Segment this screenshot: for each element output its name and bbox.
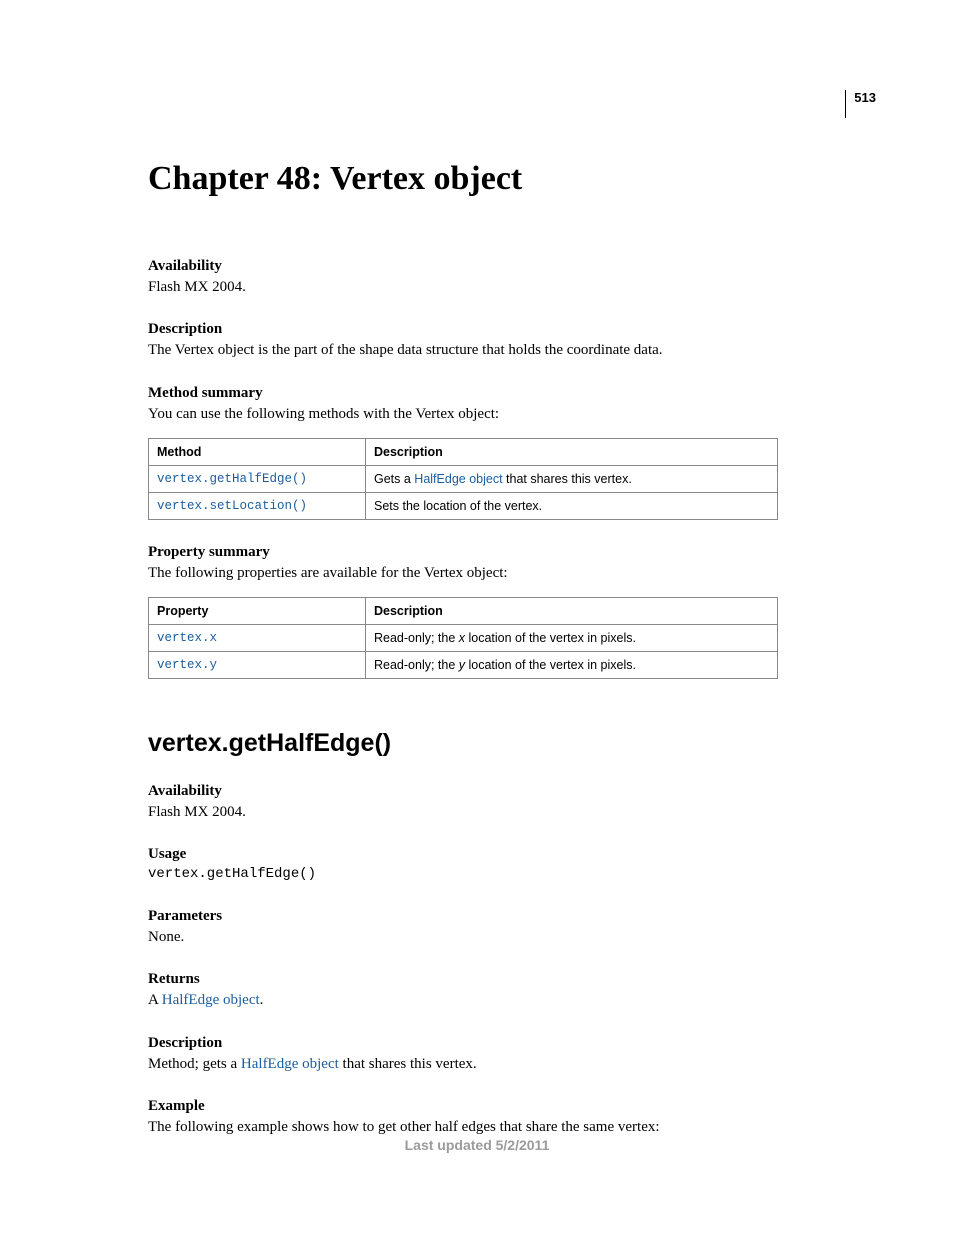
method-header: Method: [149, 438, 366, 465]
description-header: Description: [366, 438, 778, 465]
method-description: Gets a HalfEdge object that shares this …: [366, 465, 778, 492]
availability-heading: Availability: [148, 258, 864, 275]
returns-pre: A: [148, 992, 162, 1008]
desc-text: location of the vertex in pixels.: [465, 631, 636, 645]
desc-text: Read-only; the: [374, 658, 459, 672]
property-description: Read-only; the x location of the vertex …: [366, 625, 778, 652]
halfedge-link[interactable]: HalfEdge object: [162, 992, 260, 1008]
property-description: Read-only; the y location of the vertex …: [366, 652, 778, 679]
section-availability-heading: Availability: [148, 783, 864, 800]
method-summary-table: Method Description vertex.getHalfEdge() …: [148, 438, 778, 520]
page-number-container: 513: [845, 90, 876, 118]
page: 513 Chapter 48: Vertex object Availabili…: [0, 0, 954, 1205]
desc-text: location of the vertex in pixels.: [465, 658, 636, 672]
table-row: vertex.y Read-only; the y location of th…: [149, 652, 778, 679]
section-example-heading: Example: [148, 1098, 864, 1115]
section-title: vertex.getHalfEdge(): [148, 729, 864, 758]
section-availability-text: Flash MX 2004.: [148, 802, 864, 822]
availability-text: Flash MX 2004.: [148, 277, 864, 297]
section-usage-heading: Usage: [148, 846, 864, 863]
section-usage-code: vertex.getHalfEdge(): [148, 865, 864, 884]
desc-text: Read-only; the: [374, 631, 459, 645]
table-header-row: Property Description: [149, 598, 778, 625]
property-link[interactable]: vertex.x: [149, 625, 366, 652]
table-header-row: Method Description: [149, 438, 778, 465]
method-link[interactable]: vertex.getHalfEdge(): [149, 465, 366, 492]
property-header: Property: [149, 598, 366, 625]
section-returns-text: A HalfEdge object.: [148, 990, 864, 1010]
section-description-text: Method; gets a HalfEdge object that shar…: [148, 1054, 864, 1074]
halfedge-link[interactable]: HalfEdge object: [414, 472, 502, 486]
property-summary-table: Property Description vertex.x Read-only;…: [148, 597, 778, 679]
page-footer: Last updated 5/2/2011: [0, 1137, 954, 1153]
method-description: Sets the location of the vertex.: [366, 492, 778, 519]
property-summary-intro: The following properties are available f…: [148, 563, 864, 583]
desc-post: that shares this vertex.: [339, 1056, 477, 1072]
halfedge-link[interactable]: HalfEdge object: [241, 1056, 339, 1072]
section-parameters-text: None.: [148, 927, 864, 947]
method-summary-heading: Method summary: [148, 385, 864, 402]
page-number: 513: [854, 90, 876, 105]
property-link[interactable]: vertex.y: [149, 652, 366, 679]
table-row: vertex.setLocation() Sets the location o…: [149, 492, 778, 519]
returns-post: .: [260, 992, 264, 1008]
table-row: vertex.getHalfEdge() Gets a HalfEdge obj…: [149, 465, 778, 492]
section-parameters-heading: Parameters: [148, 908, 864, 925]
section-returns-heading: Returns: [148, 971, 864, 988]
method-summary-intro: You can use the following methods with t…: [148, 404, 864, 424]
desc-text: Gets a: [374, 472, 414, 486]
method-link[interactable]: vertex.setLocation(): [149, 492, 366, 519]
section-example-text: The following example shows how to get o…: [148, 1117, 864, 1137]
chapter-title: Chapter 48: Vertex object: [148, 160, 864, 198]
property-summary-heading: Property summary: [148, 544, 864, 561]
description-heading: Description: [148, 321, 864, 338]
desc-text: that shares this vertex.: [503, 472, 632, 486]
desc-pre: Method; gets a: [148, 1056, 241, 1072]
section-description-heading: Description: [148, 1035, 864, 1052]
description-text: The Vertex object is the part of the sha…: [148, 340, 864, 360]
table-row: vertex.x Read-only; the x location of th…: [149, 625, 778, 652]
description-header: Description: [366, 598, 778, 625]
